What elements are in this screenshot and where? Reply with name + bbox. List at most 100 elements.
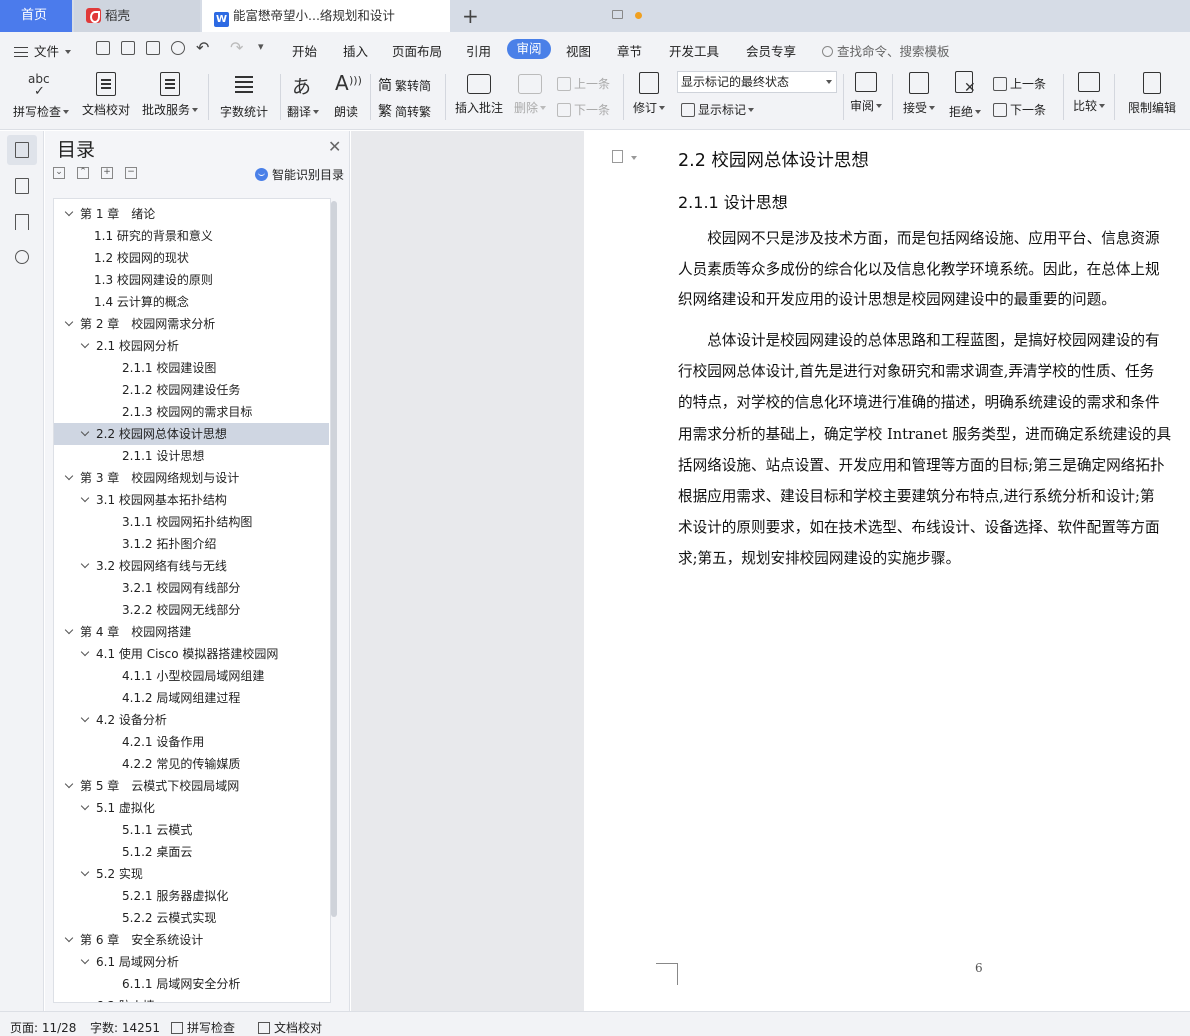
status-spellcheck[interactable]: 拼写检查 <box>171 1019 235 1036</box>
menu-member[interactable]: 会员专享 <box>746 41 796 60</box>
toc-item[interactable]: 6.2 防火墙 <box>54 995 329 1002</box>
chevron-down-icon[interactable] <box>631 156 637 160</box>
expand-up-icon[interactable]: ⌃ <box>77 167 89 179</box>
toc-item[interactable]: 5.2.1 服务器虚拟化 <box>54 885 329 907</box>
toc-item[interactable]: 第 2 章 校园网需求分析 <box>54 313 329 335</box>
rail-bookmark-button[interactable] <box>7 207 37 237</box>
chevron-down-icon[interactable] <box>80 955 90 965</box>
undo-icon[interactable]: ↶ <box>196 38 209 57</box>
document-page[interactable]: 2.2 校园网总体设计思想 2.1.1 设计思想 校园网不只是涉及技术方面，而是… <box>584 131 1190 1011</box>
toc-item[interactable]: 3.2 校园网络有线与无线 <box>54 555 329 577</box>
chevron-down-icon[interactable] <box>80 801 90 811</box>
rail-search-button[interactable] <box>7 243 37 273</box>
chevron-down-icon[interactable] <box>80 999 90 1002</box>
toc-item[interactable]: 2.1.3 校园网的需求目标 <box>54 401 329 423</box>
toc-item[interactable]: 4.1.1 小型校园局域网组建 <box>54 665 329 687</box>
close-icon[interactable]: ✕ <box>328 137 341 156</box>
next-change-button[interactable]: 下一条 <box>993 101 1046 118</box>
toc-item[interactable]: 3.1 校园网基本拓扑结构 <box>54 489 329 511</box>
toc-item[interactable]: 2.1.1 校园建设图 <box>54 357 329 379</box>
menu-references[interactable]: 引用 <box>466 41 491 60</box>
add-level-icon[interactable]: + <box>101 167 113 179</box>
toc-item[interactable]: 5.1 虚拟化 <box>54 797 329 819</box>
toc-item[interactable]: 1.4 云计算的概念 <box>54 291 329 313</box>
prev-change-button[interactable]: 上一条 <box>993 75 1046 92</box>
toc-item[interactable]: 第 6 章 安全系统设计 <box>54 929 329 951</box>
redo-icon[interactable]: ↷ <box>230 38 243 57</box>
chevron-down-icon[interactable] <box>80 493 90 503</box>
toc-item[interactable]: 4.1 使用 Cisco 模拟器搭建校园网 <box>54 643 329 665</box>
menu-start[interactable]: 开始 <box>292 41 317 60</box>
toc-item[interactable]: 3.1.2 拓扑图介绍 <box>54 533 329 555</box>
chevron-down-icon[interactable] <box>64 471 74 481</box>
save-icon[interactable] <box>96 41 110 55</box>
restrict-edit-button[interactable]: 限制编辑 <box>1124 66 1180 130</box>
simp-to-trad-button[interactable]: 繁简转繁 <box>378 101 431 121</box>
status-word-count[interactable]: 字数: 14251 <box>90 1019 160 1036</box>
toc-item[interactable]: 4.2.2 常见的传输媒质 <box>54 753 329 775</box>
compare-button[interactable]: 比较 <box>1070 66 1108 130</box>
toc-item[interactable]: 5.1.2 桌面云 <box>54 841 329 863</box>
menu-review[interactable]: 审阅 <box>507 39 551 59</box>
accept-button[interactable]: 接受 <box>900 66 938 130</box>
quick-access-dropdown-icon[interactable]: ▾ <box>258 40 264 53</box>
toc-item[interactable]: 1.3 校园网建设的原则 <box>54 269 329 291</box>
doc-proof-button[interactable]: 文档校对 <box>80 66 132 130</box>
insert-comment-button[interactable]: 插入批注 <box>451 66 507 130</box>
reject-button[interactable]: ✕ 拒绝 <box>946 66 984 130</box>
chevron-down-icon[interactable] <box>80 559 90 569</box>
menu-chapter[interactable]: 章节 <box>617 41 642 60</box>
toc-item[interactable]: 6.1 局域网分析 <box>54 951 329 973</box>
rail-toc-button[interactable] <box>7 135 37 165</box>
toc-item[interactable]: 5.2 实现 <box>54 863 329 885</box>
ai-toc-button[interactable]: 智能识别目录 <box>255 166 344 183</box>
menu-insert[interactable]: 插入 <box>343 41 368 60</box>
toc-item[interactable]: 3.2.1 校园网有线部分 <box>54 577 329 599</box>
toc-item[interactable]: 2.1 校园网分析 <box>54 335 329 357</box>
toc-item[interactable]: 2.1.2 校园网建设任务 <box>54 379 329 401</box>
toc-item[interactable]: 4.2.1 设备作用 <box>54 731 329 753</box>
toc-item[interactable]: 3.1.1 校园网拓扑结构图 <box>54 511 329 533</box>
file-menu[interactable]: 文件 <box>14 41 72 60</box>
tab-home[interactable]: 首页 <box>0 0 72 32</box>
next-comment-button[interactable]: 下一条 <box>557 101 610 118</box>
chevron-down-icon[interactable] <box>80 867 90 877</box>
chevron-down-icon[interactable] <box>80 427 90 437</box>
toc-item[interactable]: 4.2 设备分析 <box>54 709 329 731</box>
toc-item[interactable]: 6.1.1 局域网安全分析 <box>54 973 329 995</box>
print-icon[interactable] <box>146 41 160 55</box>
print-preview-icon[interactable] <box>171 41 185 55</box>
chevron-down-icon[interactable] <box>80 647 90 657</box>
status-page[interactable]: 页面: 11/28 <box>10 1019 76 1036</box>
review-pane-button[interactable]: 审阅 <box>847 66 885 130</box>
toc-item[interactable]: 2.1.1 设计思想 <box>54 445 329 467</box>
trad-to-simp-button[interactable]: 简繁转简 <box>378 75 431 95</box>
chevron-down-icon[interactable] <box>64 207 74 217</box>
toc-item[interactable]: 1.2 校园网的现状 <box>54 247 329 269</box>
toc-item[interactable]: 1.1 研究的背景和意义 <box>54 225 329 247</box>
spellcheck-button[interactable]: abc ✓ 拼写检查 <box>10 66 72 130</box>
chevron-down-icon[interactable] <box>64 317 74 327</box>
tab-document[interactable]: W 能富懋帝望小...络规划和设计 <box>202 0 642 32</box>
read-aloud-button[interactable]: A))) 朗读 <box>328 66 364 130</box>
remove-level-icon[interactable]: − <box>125 167 137 179</box>
track-changes-button[interactable]: 修订 <box>629 66 669 130</box>
paragraph-layout-icon[interactable] <box>612 150 623 163</box>
collapse-all-icon[interactable]: ⌄ <box>53 167 65 179</box>
menu-page-layout[interactable]: 页面布局 <box>392 41 442 60</box>
chevron-down-icon[interactable] <box>64 933 74 943</box>
status-doc-proof[interactable]: 文档校对 <box>258 1019 322 1036</box>
toc-item[interactable]: 第 5 章 云模式下校园局域网 <box>54 775 329 797</box>
command-search[interactable]: 查找命令、搜索模板 <box>822 41 950 60</box>
translate-button[interactable]: あ 翻译 <box>284 66 322 130</box>
toc-item[interactable]: 第 1 章 绪论 <box>54 203 329 225</box>
toc-item[interactable]: 3.2.2 校园网无线部分 <box>54 599 329 621</box>
menu-view[interactable]: 视图 <box>566 41 591 60</box>
toc-scrollbar[interactable] <box>331 201 337 917</box>
monitor-icon[interactable] <box>612 10 623 19</box>
delete-comment-button[interactable]: 删除 <box>511 66 549 130</box>
word-count-button[interactable]: 字数统计 <box>216 66 272 130</box>
new-tab-plus-icon[interactable]: + <box>462 2 479 30</box>
toc-item[interactable]: 5.2.2 云模式实现 <box>54 907 329 929</box>
chevron-down-icon[interactable] <box>64 779 74 789</box>
